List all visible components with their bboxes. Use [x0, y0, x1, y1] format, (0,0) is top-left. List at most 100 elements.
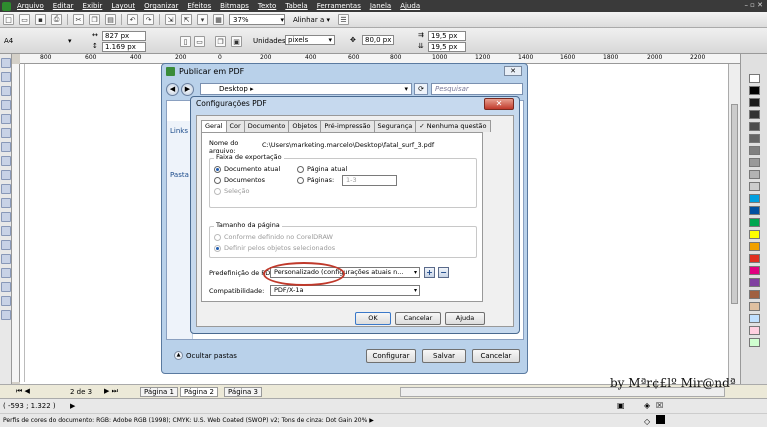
play-icon[interactable]: ▶ [70, 402, 75, 410]
side-link-pasta[interactable]: Pasta [167, 171, 192, 179]
radio-current-page[interactable]: Página atual [297, 165, 347, 173]
scroll-thumb[interactable] [731, 104, 738, 304]
menu-janela[interactable]: Janela [370, 2, 391, 10]
freehand-tool-icon[interactable] [1, 114, 11, 124]
save-icon[interactable]: ▪ [35, 14, 46, 25]
fill-tool-icon[interactable] [1, 296, 11, 306]
compatibility-select[interactable]: PDF/X-1a ▾ [270, 285, 420, 296]
paper-type[interactable]: A4 [4, 37, 13, 45]
page-tab-2[interactable]: Página 2 [180, 387, 218, 397]
color-swatch[interactable] [749, 98, 760, 107]
cut-icon[interactable]: ✂ [73, 14, 84, 25]
paper-dropdown-icon[interactable]: ▾ [68, 37, 72, 45]
menu-tabela[interactable]: Tabela [285, 2, 307, 10]
radio-pages[interactable]: Páginas: [297, 176, 334, 184]
duplicate-y-field[interactable]: 19,5 px [428, 42, 466, 52]
new-document-icon[interactable]: □ [3, 14, 14, 25]
zoom-tool-icon[interactable] [1, 100, 11, 110]
color-swatch[interactable] [749, 326, 760, 335]
copy-icon[interactable]: ❐ [89, 14, 100, 25]
page-tab-1[interactable]: Página 1 [140, 387, 178, 397]
basic-shapes-tool-icon[interactable] [1, 184, 11, 194]
all-pages-icon[interactable]: ❐ [215, 36, 226, 47]
snap-icon[interactable]: ▣ [617, 401, 625, 410]
zoom-level-select[interactable]: 37% ▾ [229, 14, 285, 25]
color-swatch[interactable] [749, 338, 760, 347]
close-icon[interactable]: ✕ [484, 98, 514, 110]
menu-ferramentas[interactable]: Ferramentas [317, 2, 361, 10]
ellipse-tool-icon[interactable] [1, 156, 11, 166]
color-swatch[interactable] [749, 206, 760, 215]
color-swatch[interactable] [749, 158, 760, 167]
outline-icon[interactable]: ◇ [644, 415, 650, 427]
current-page-icon[interactable]: ▣ [231, 36, 242, 47]
color-swatch[interactable] [749, 266, 760, 275]
color-swatch[interactable] [749, 302, 760, 311]
page-height-field[interactable]: 1.169 px [102, 42, 146, 52]
color-swatch[interactable] [749, 182, 760, 191]
forward-icon[interactable]: ▶ [181, 82, 194, 96]
color-swatch[interactable] [749, 218, 760, 227]
menu-ajuda[interactable]: Ajuda [400, 2, 420, 10]
add-preset-button[interactable]: + [424, 267, 435, 278]
menu-arquivo[interactable]: Arquivo [17, 2, 44, 10]
menu-texto[interactable]: Texto [258, 2, 276, 10]
blend-tool-icon[interactable] [1, 254, 11, 264]
redo-icon[interactable]: ↷ [143, 14, 154, 25]
back-icon[interactable]: ◀ [166, 82, 179, 96]
search-input[interactable]: Pesquisar [431, 83, 523, 95]
paste-icon[interactable]: ▤ [105, 14, 116, 25]
no-fill-icon[interactable]: ☒ [656, 401, 663, 410]
radio-current-document[interactable]: Documento atual [214, 165, 280, 173]
color-swatch[interactable] [749, 194, 760, 203]
color-swatch[interactable] [749, 134, 760, 143]
radio-selection[interactable]: Seleção [214, 187, 249, 195]
side-link-links[interactable]: Links [167, 127, 192, 135]
address-field[interactable]: Desktop ▸ ▾ [200, 83, 412, 95]
menu-efeitos[interactable]: Efeitos [187, 2, 211, 10]
tab-seguranca[interactable]: Segurança [373, 120, 417, 132]
menu-layout[interactable]: Layout [111, 2, 135, 10]
landscape-icon[interactable]: ▭ [194, 36, 205, 47]
smart-fill-tool-icon[interactable] [1, 128, 11, 138]
table-tool-icon[interactable] [1, 212, 11, 222]
configure-button[interactable]: Configurar [366, 349, 416, 363]
color-swatch[interactable] [749, 290, 760, 299]
color-swatch[interactable] [749, 278, 760, 287]
color-swatch[interactable] [749, 254, 760, 263]
color-swatch[interactable] [749, 314, 760, 323]
ok-button[interactable]: OK [355, 312, 391, 325]
connector-tool-icon[interactable] [1, 240, 11, 250]
last-page-icon[interactable]: ▶ ⏭ [104, 387, 118, 396]
radio-from-selected[interactable]: Definir pelos objetos selecionados [214, 244, 335, 252]
pages-range-input[interactable]: 1-3 [342, 175, 397, 186]
portrait-icon[interactable]: ▯ [180, 36, 191, 47]
color-profile-text[interactable]: Perfis de cores do documento: RGB: Adobe… [3, 417, 367, 424]
radio-documents[interactable]: Documentos [214, 176, 265, 184]
menu-editar[interactable]: Editar [53, 2, 74, 10]
crop-tool-icon[interactable] [1, 86, 11, 96]
tab-cor[interactable]: Cor [225, 120, 245, 132]
print-icon[interactable]: ⎙ [51, 14, 62, 25]
import-icon[interactable]: ⇲ [165, 14, 176, 25]
nudge-distance-field[interactable]: 80,0 px [362, 35, 394, 45]
color-swatch[interactable] [749, 86, 760, 95]
cancel-button[interactable]: Cancelar [395, 312, 441, 325]
interactive-fill-tool-icon[interactable] [1, 310, 11, 320]
menu-bitmaps[interactable]: Bitmaps [220, 2, 249, 10]
first-page-icon[interactable]: ⏮ ◀ [16, 387, 30, 396]
remove-preset-button[interactable]: − [438, 267, 449, 278]
app-launcher-icon[interactable]: ▾ [197, 14, 208, 25]
options-icon[interactable]: ☰ [337, 14, 349, 25]
text-tool-icon[interactable] [1, 198, 11, 208]
export-icon[interactable]: ⇱ [181, 14, 192, 25]
tab-pre-impressao[interactable]: Pré-impressão [320, 120, 375, 132]
page-width-field[interactable]: 827 px [102, 31, 146, 41]
close-icon[interactable]: ✕ [504, 66, 522, 76]
window-controls[interactable]: – ▫ ✕ [744, 1, 763, 9]
menu-exibir[interactable]: Exibir [83, 2, 103, 10]
color-swatch[interactable] [749, 170, 760, 179]
shape-tool-icon[interactable] [1, 72, 11, 82]
pick-tool-icon[interactable] [1, 58, 11, 68]
color-swatch[interactable] [749, 146, 760, 155]
